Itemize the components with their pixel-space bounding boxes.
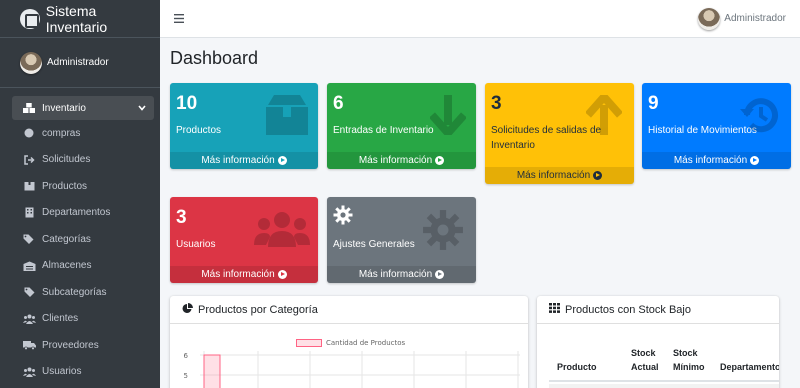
truck-icon (22, 340, 36, 351)
arrow-circle-right-icon (435, 270, 445, 279)
card-title: Productos con Stock Bajo (565, 303, 691, 316)
sidebar-item-categorias[interactable]: Categorías (0, 226, 160, 253)
sidebar-item-departamentos[interactable]: Departamentos (0, 200, 160, 227)
warehouse-icon (22, 261, 36, 271)
sidebar-item-label: Productos (42, 180, 88, 192)
mas-informacion-link[interactable]: Más información (642, 152, 791, 169)
mas-informacion-link[interactable]: Más información (170, 266, 318, 283)
sidebar-item-subcategorias[interactable]: Subcategorías (0, 279, 160, 306)
mas-informacion-link[interactable]: Más información (170, 152, 318, 169)
brand[interactable]: Sistema Inventario (0, 0, 160, 38)
circle-icon (22, 128, 36, 138)
sidebar-item-inventario[interactable]: Inventario (12, 96, 154, 120)
sidebar-item-clientes[interactable]: Clientes (0, 306, 160, 333)
tag-icon (22, 287, 36, 298)
category-bar-chart: 65 (184, 351, 520, 388)
y-tick-label: 5 (184, 372, 188, 380)
user-panel[interactable]: Administrador (0, 38, 160, 88)
column-header-departamento[interactable]: Departamento (720, 360, 779, 374)
historial-box: 9 Historial de Movimientos Más informaci… (642, 83, 791, 169)
y-tick-label: 6 (184, 352, 189, 360)
card-header: Productos con Stock Bajo (537, 296, 779, 324)
sidebar-nav: Inventario compras Solicitudes Productos… (0, 96, 160, 385)
users-icon (22, 314, 36, 324)
box-value: 3 (176, 207, 187, 228)
sidebar-item-usuarios[interactable]: Usuarios (0, 359, 160, 386)
gear-icon (422, 209, 464, 254)
table-header: Producto Stock Actual Stock Mínimo Depar… (549, 334, 779, 382)
chevron-down-icon (138, 104, 146, 113)
sidebar-item-label: Inventario (42, 102, 86, 114)
avatar (698, 7, 721, 30)
sidebar-item-label: Categorías (42, 233, 91, 245)
sidebar-item-proveedores[interactable]: Proveedores (0, 332, 160, 359)
footer-label: Más información (201, 269, 275, 280)
sidebar-item-compras[interactable]: compras (0, 120, 160, 147)
top-navbar: Administrador (160, 0, 800, 38)
grid-icon (549, 303, 560, 316)
footer-label: Más información (358, 269, 433, 280)
sidebar: Sistema Inventario Administrador Inventa… (0, 0, 160, 388)
arrow-circle-right-icon (277, 156, 287, 165)
footer-label: Más información (358, 155, 433, 166)
footer-label: Más información (201, 155, 275, 166)
productos-box: 10 Productos Más información (170, 83, 318, 169)
arrow-up-icon (585, 90, 623, 138)
brand-title: Sistema Inventario (45, 2, 108, 35)
table-row (549, 384, 779, 388)
category-chart-card: Productos por Categoría Cantidad de Prod… (170, 296, 528, 388)
sign-out-icon (22, 155, 36, 165)
building-icon (22, 207, 36, 218)
column-header-stock-minimo[interactable]: Stock Mínimo (673, 346, 709, 374)
boxes-icon (22, 103, 36, 113)
solicitudes-box: 3 Solicitudes de salidas de Inventario M… (485, 83, 634, 184)
box-value: 3 (491, 93, 502, 114)
box-value: 6 (333, 93, 344, 114)
arrow-down-icon (429, 95, 467, 140)
history-icon (739, 95, 779, 138)
sidebar-item-productos[interactable]: Productos (0, 173, 160, 200)
column-header-stock-actual[interactable]: Stock Actual (631, 346, 665, 374)
sidebar-item-label: Solicitudes (42, 154, 91, 166)
user-name: Administrador (47, 57, 109, 68)
page-title: Dashboard (170, 48, 259, 68)
arrow-circle-right-icon (435, 156, 445, 165)
hamburger-menu-icon[interactable] (174, 12, 184, 26)
sidebar-item-solicitudes[interactable]: Solicitudes (0, 147, 160, 174)
footer-label: Más información (673, 155, 748, 166)
chart-bar[interactable] (203, 354, 221, 388)
box-value: 9 (648, 93, 659, 114)
sidebar-item-label: Almacenes (42, 260, 92, 272)
column-header-producto[interactable]: Producto (557, 360, 597, 374)
avatar (20, 51, 42, 74)
sidebar-item-label: compras (42, 127, 81, 139)
sidebar-item-label: Subcategorías (42, 286, 107, 298)
mas-informacion-link[interactable]: Más información (327, 266, 476, 283)
box-value: 10 (176, 93, 198, 114)
sidebar-item-label: Proveedores (42, 339, 99, 351)
sidebar-item-label: Departamentos (42, 207, 111, 219)
mas-informacion-link[interactable]: Más información (327, 152, 476, 169)
ajustes-box: Ajustes Generales Más información (327, 197, 476, 283)
users-icon (254, 211, 310, 250)
sidebar-item-label: Usuarios (42, 366, 82, 378)
mas-informacion-link[interactable]: Más información (485, 167, 634, 184)
top-user-name: Administrador (724, 13, 786, 24)
arrow-circle-right-icon (750, 156, 760, 165)
sidebar-item-label: Clientes (42, 313, 79, 325)
tags-icon (22, 234, 36, 245)
users-icon (22, 367, 36, 377)
low-stock-card: Productos con Stock Bajo Producto Stock … (537, 296, 779, 388)
arrow-circle-right-icon (593, 171, 603, 180)
sidebar-item-almacenes[interactable]: Almacenes (0, 253, 160, 280)
gear-icon (333, 205, 353, 228)
box-icon (22, 181, 36, 191)
box-icon (266, 95, 308, 138)
arrow-circle-right-icon (277, 270, 287, 279)
footer-label: Más información (516, 170, 591, 181)
usuarios-box: 3 Usuarios Más información (170, 197, 318, 283)
entradas-box: 6 Entradas de Inventario Más información (327, 83, 476, 169)
top-user-menu[interactable]: Administrador (698, 7, 786, 30)
brand-logo-icon (20, 8, 40, 29)
